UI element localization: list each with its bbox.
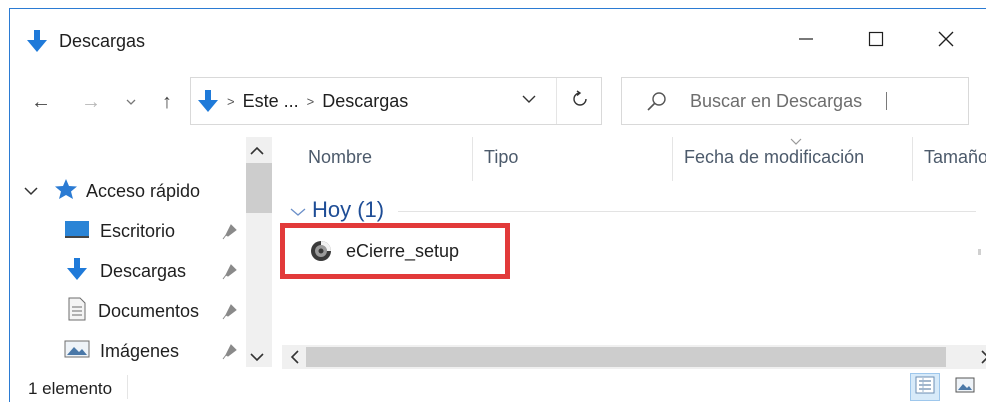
group-divider	[398, 211, 976, 212]
search-icon	[646, 90, 668, 112]
address-dropdown-button[interactable]	[519, 90, 539, 110]
minimize-icon	[798, 31, 814, 52]
title-bar[interactable]: Descargas	[10, 9, 986, 73]
nav-item-descargas[interactable]: Descargas	[64, 253, 186, 289]
up-button[interactable]: ↑	[152, 83, 182, 121]
column-header-fecha[interactable]: Fecha de modificación	[684, 147, 864, 171]
pin-icon[interactable]	[222, 303, 238, 321]
truncated-cell-mark	[978, 249, 981, 255]
explorer-window: Descargas ← → ↑ > Este ... > Descargas B…	[9, 8, 986, 402]
details-view-icon	[915, 376, 935, 399]
content-horizontal-scrollbar[interactable]	[282, 345, 986, 369]
search-input[interactable]	[688, 89, 882, 113]
download-arrow-icon	[26, 29, 48, 53]
group-header-hoy[interactable]: Hoy (1)	[290, 197, 384, 223]
breadcrumb-separator: >	[306, 93, 315, 109]
nav-item-label: Escritorio	[100, 220, 176, 241]
pictures-icon	[64, 339, 90, 364]
breadcrumb-separator: >	[227, 93, 235, 109]
column-header-tipo[interactable]: Tipo	[484, 147, 518, 171]
chevron-down-icon[interactable]	[24, 183, 38, 197]
large-icons-view-button[interactable]	[950, 373, 980, 401]
scroll-left-icon[interactable]	[290, 350, 300, 369]
scrollbar-thumb[interactable]	[246, 163, 272, 213]
minimize-button[interactable]	[770, 9, 842, 73]
close-icon	[937, 30, 955, 53]
download-arrow-icon	[64, 257, 90, 286]
scroll-down-icon[interactable]	[250, 349, 264, 367]
pin-icon[interactable]	[222, 343, 238, 361]
pin-icon[interactable]	[222, 263, 238, 281]
column-divider[interactable]	[472, 137, 473, 181]
address-divider	[556, 78, 557, 124]
column-divider[interactable]	[672, 137, 673, 181]
forward-arrow-icon: →	[81, 90, 101, 113]
breadcrumb-segment-descargas[interactable]: Descargas	[322, 91, 408, 112]
status-divider	[127, 375, 128, 399]
group-label: Hoy (1)	[312, 197, 385, 222]
chevron-down-icon	[290, 197, 306, 223]
highlight-box	[280, 223, 510, 279]
documents-icon	[68, 297, 86, 326]
back-arrow-icon: ←	[31, 90, 51, 113]
star-icon	[54, 178, 78, 205]
nav-item-label: Descargas	[100, 260, 187, 281]
refresh-icon	[571, 89, 589, 113]
navigation-pane-scrollbar[interactable]	[246, 137, 272, 367]
navigation-pane: Acceso rápido Escritorio Descargas Docum…	[10, 137, 268, 367]
breadcrumb-segment-este[interactable]: Este ...	[243, 91, 299, 112]
text-caret	[886, 92, 887, 110]
refresh-button[interactable]	[567, 88, 593, 114]
scroll-right-icon[interactable]	[980, 350, 986, 369]
search-box[interactable]	[621, 77, 969, 125]
recent-locations-button[interactable]	[119, 83, 143, 121]
column-header-tamano[interactable]: Tamaño	[924, 147, 986, 171]
download-arrow-icon	[197, 89, 219, 113]
forward-button[interactable]: →	[76, 83, 106, 121]
scroll-up-icon[interactable]	[250, 143, 264, 161]
column-divider[interactable]	[912, 137, 913, 181]
nav-item-documentos[interactable]: Documentos	[68, 293, 199, 329]
scrollbar-thumb[interactable]	[306, 347, 946, 367]
chevron-down-icon	[522, 91, 536, 109]
back-button[interactable]: ←	[26, 83, 56, 121]
nav-item-imagenes[interactable]: Imágenes	[64, 333, 179, 367]
nav-item-quick-access[interactable]: Acceso rápido	[54, 173, 200, 209]
up-arrow-icon: ↑	[162, 90, 172, 113]
nav-item-label: Imágenes	[100, 340, 180, 361]
desktop-icon	[64, 219, 90, 244]
maximize-icon	[868, 31, 884, 52]
pin-icon[interactable]	[222, 223, 238, 241]
address-bar[interactable]: > Este ... > Descargas	[190, 77, 602, 125]
nav-item-label: Acceso rápido	[86, 180, 201, 201]
details-view-button[interactable]	[910, 373, 940, 401]
window-title: Descargas	[59, 31, 146, 51]
status-item-count: 1 elemento	[28, 379, 113, 398]
close-button[interactable]	[910, 9, 982, 73]
chevron-down-icon	[126, 95, 136, 109]
nav-item-label: Documentos	[98, 300, 200, 321]
column-header-nombre[interactable]: Nombre	[308, 147, 372, 171]
large-icons-view-icon	[955, 376, 975, 399]
maximize-button[interactable]	[840, 9, 912, 73]
nav-item-escritorio[interactable]: Escritorio	[64, 213, 175, 249]
